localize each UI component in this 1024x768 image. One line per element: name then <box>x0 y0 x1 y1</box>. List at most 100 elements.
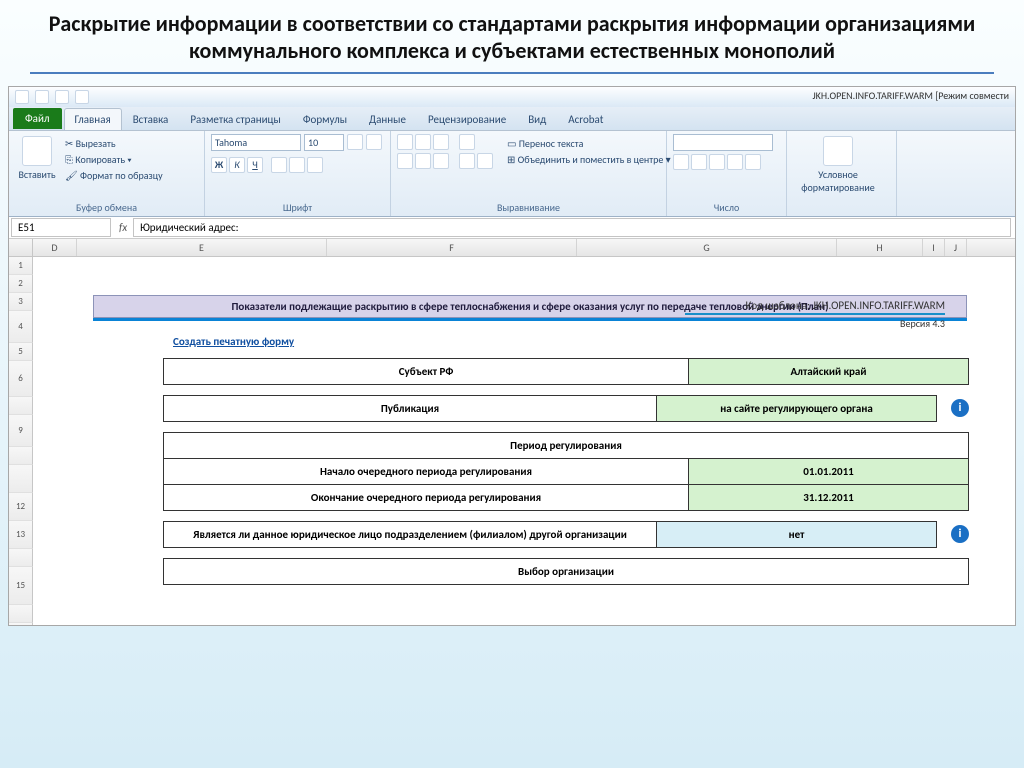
name-box[interactable]: E51 <box>11 218 111 237</box>
slide-title: Раскрытие информации в соответствии со с… <box>0 0 1024 72</box>
worksheet[interactable]: D E F G H I J 1 2 3 4 5 6 9 12 13 15 17 <box>9 239 1015 625</box>
shrink-font-icon[interactable] <box>366 134 382 150</box>
row-hdr[interactable] <box>9 447 33 465</box>
tab-layout[interactable]: Разметка страницы <box>179 108 292 130</box>
font-name-select[interactable]: Tahoma <box>211 134 301 151</box>
col-g[interactable]: G <box>577 239 837 256</box>
col-e[interactable]: E <box>77 239 327 256</box>
redo-icon[interactable] <box>75 90 89 104</box>
row-hdr[interactable]: 17 <box>9 623 33 625</box>
row-hdr[interactable]: 6 <box>9 361 33 397</box>
grid-body[interactable]: Код шаблона: JKH.OPEN.INFO.TARIFF.WARM В… <box>33 295 1015 625</box>
branch-value[interactable]: нет <box>657 521 937 548</box>
col-d[interactable]: D <box>33 239 77 256</box>
create-print-form-link[interactable]: Создать печатную форму <box>173 335 294 348</box>
font-color-icon[interactable] <box>307 157 323 173</box>
merge-center-button[interactable]: ⊞ Объединить и поместить в центре ▾ <box>505 152 673 167</box>
row-hdr[interactable]: 15 <box>9 567 33 605</box>
tab-acrobat[interactable]: Acrobat <box>557 108 614 130</box>
grow-font-icon[interactable] <box>347 134 363 150</box>
number-format-select[interactable] <box>673 134 773 151</box>
orientation-icon[interactable] <box>459 134 475 150</box>
italic-button[interactable]: К <box>229 157 245 173</box>
col-h[interactable]: H <box>837 239 923 256</box>
font-group-label: Шрифт <box>205 201 390 214</box>
inc-decimal-icon[interactable] <box>727 154 743 170</box>
align-bottom-icon[interactable] <box>433 134 449 150</box>
tab-home[interactable]: Главная <box>64 108 122 130</box>
select-all-corner[interactable] <box>9 239 33 256</box>
row-hdr[interactable]: 12 <box>9 493 33 521</box>
info-icon[interactable]: i <box>951 525 969 543</box>
fill-color-icon[interactable] <box>289 157 305 173</box>
quick-access-toolbar[interactable] <box>9 90 95 104</box>
indent-dec-icon[interactable] <box>459 153 475 169</box>
row-hdr[interactable]: 13 <box>9 521 33 549</box>
currency-icon[interactable] <box>673 154 689 170</box>
row-hdr[interactable]: 9 <box>9 415 33 447</box>
row-publication: Публикация на сайте регулирующего органа… <box>163 395 969 422</box>
row-hdr[interactable] <box>9 549 33 567</box>
undo-icon[interactable] <box>55 90 69 104</box>
align-left-icon[interactable] <box>397 153 413 169</box>
tab-insert[interactable]: Вставка <box>122 108 180 130</box>
group-alignment: ▭ Перенос текста ⊞ Объединить и поместит… <box>391 131 667 216</box>
row-headers: 1 2 3 4 5 6 9 12 13 15 17 <box>9 257 33 625</box>
publication-value[interactable]: на сайте регулирующего органа <box>657 395 937 422</box>
font-size-select[interactable]: 10 <box>304 134 344 151</box>
tab-review[interactable]: Рецензирование <box>417 108 517 130</box>
copy-button[interactable]: ⎘ Копировать ▾ <box>63 152 165 167</box>
bold-button[interactable]: Ж <box>211 157 227 173</box>
align-right-icon[interactable] <box>433 153 449 169</box>
excel-icon <box>15 90 29 104</box>
col-j[interactable]: J <box>945 239 967 256</box>
underline-button[interactable]: Ч <box>247 157 263 173</box>
period-end-value[interactable]: 31.12.2011 <box>689 485 969 511</box>
row-hdr[interactable]: 5 <box>9 343 33 361</box>
save-icon[interactable] <box>35 90 49 104</box>
clipboard-group-label: Буфер обмена <box>9 201 204 214</box>
indent-inc-icon[interactable] <box>477 153 493 169</box>
fx-icon[interactable]: fx <box>113 221 133 234</box>
percent-icon[interactable] <box>691 154 707 170</box>
row-hdr[interactable]: 2 <box>9 275 33 293</box>
align-center-icon[interactable] <box>415 153 431 169</box>
tab-formulas[interactable]: Формулы <box>292 108 358 130</box>
title-separator <box>30 72 994 74</box>
paste-button[interactable]: Вставить <box>15 134 59 181</box>
col-i[interactable]: I <box>923 239 945 256</box>
form-table: Субъект РФ Алтайский край Публикация на … <box>163 358 969 585</box>
row-hdr[interactable] <box>9 397 33 415</box>
info-icon[interactable]: i <box>951 399 969 417</box>
row-hdr[interactable]: 3 <box>9 293 33 311</box>
row-hdr[interactable]: 4 <box>9 311 33 343</box>
conditional-formatting-button[interactable]: Условное форматирование <box>793 134 883 194</box>
row-branch: Является ли данное юридическое лицо подр… <box>163 521 969 548</box>
row-hdr[interactable] <box>9 465 33 493</box>
group-number: Число <box>667 131 787 216</box>
subject-value[interactable]: Алтайский край <box>689 358 969 385</box>
comma-icon[interactable] <box>709 154 725 170</box>
col-f[interactable]: F <box>327 239 577 256</box>
conditional-format-icon <box>823 136 853 166</box>
border-icon[interactable] <box>271 157 287 173</box>
group-styles: Условное форматирование <box>787 131 897 216</box>
row-hdr[interactable]: 1 <box>9 257 33 275</box>
dec-decimal-icon[interactable] <box>745 154 761 170</box>
formula-input[interactable]: Юридический адрес: <box>133 218 1011 237</box>
row-hdr[interactable] <box>9 605 33 623</box>
align-top-icon[interactable] <box>397 134 413 150</box>
tab-data[interactable]: Данные <box>358 108 417 130</box>
template-version: Версия 4.3 <box>900 317 945 330</box>
tab-view[interactable]: Вид <box>517 108 557 130</box>
format-painter-button[interactable]: 🖌 Формат по образцу <box>63 168 165 183</box>
align-middle-icon[interactable] <box>415 134 431 150</box>
group-clipboard: Вставить ✂ Вырезать ⎘ Копировать ▾ 🖌 Фор… <box>9 131 205 216</box>
period-start-value[interactable]: 01.01.2011 <box>689 459 969 485</box>
period-block: Период регулирования Начало очередного п… <box>163 432 969 511</box>
ribbon: Вставить ✂ Вырезать ⎘ Копировать ▾ 🖌 Фор… <box>9 131 1015 217</box>
file-tab[interactable]: Файл <box>13 108 62 129</box>
cut-button[interactable]: ✂ Вырезать <box>63 136 165 151</box>
wrap-text-button[interactable]: ▭ Перенос текста <box>505 136 673 151</box>
number-group-label: Число <box>667 201 786 214</box>
